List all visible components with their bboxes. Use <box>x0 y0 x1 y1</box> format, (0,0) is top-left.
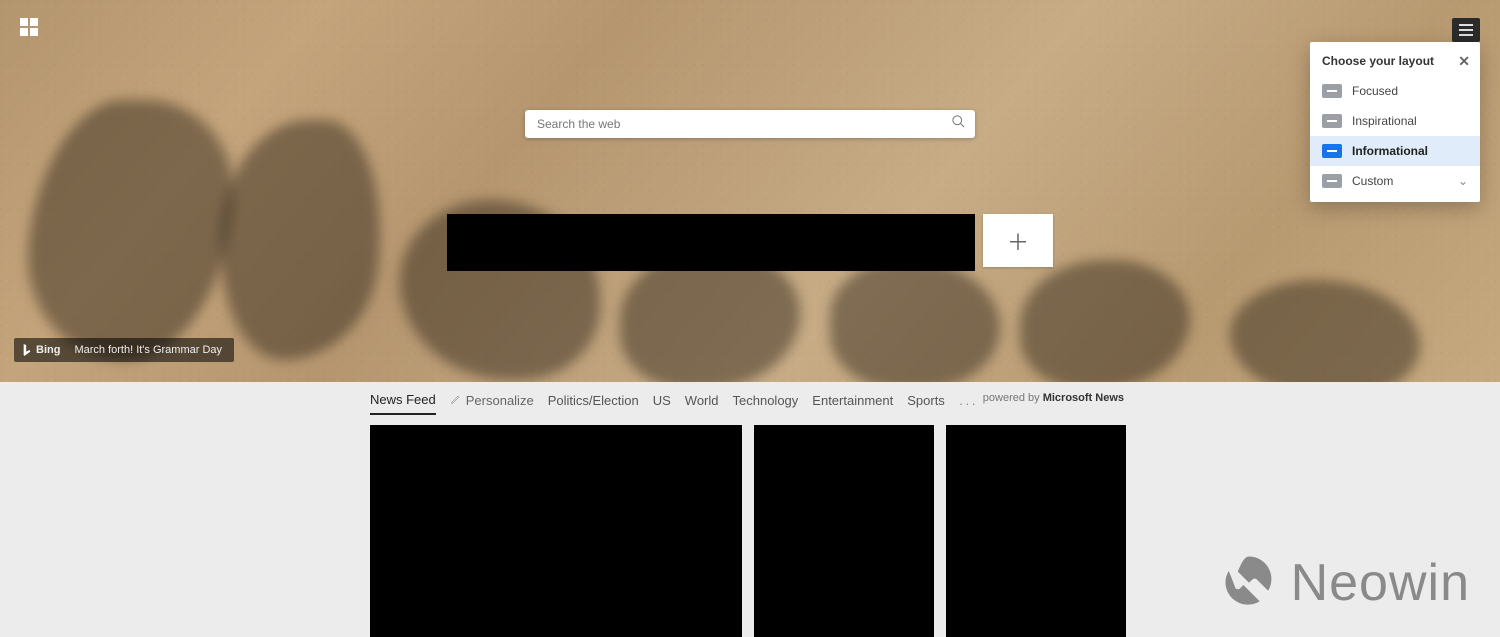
feed-card-redacted[interactable] <box>946 425 1126 637</box>
bing-image-caption[interactable]: Bing March forth! It's Grammar Day <box>14 338 234 362</box>
layout-option-custom[interactable]: Custom ⌄ <box>1310 166 1480 196</box>
layout-option-inspirational[interactable]: Inspirational <box>1310 106 1480 136</box>
feed-source-attribution: powered by Microsoft News <box>983 392 1124 404</box>
add-quick-link-button[interactable]: ＋ <box>983 214 1053 267</box>
plus-icon: ＋ <box>1007 225 1029 257</box>
layout-option-label: Informational <box>1352 144 1428 158</box>
tab-world[interactable]: World <box>685 393 719 414</box>
page-settings-button[interactable] <box>1452 18 1480 42</box>
decorative-shadow <box>16 100 243 360</box>
hero-background: ＋ Bing March forth! It's Grammar Day Cho… <box>0 0 1500 382</box>
decorative-shadow <box>1020 260 1190 382</box>
layout-option-label: Focused <box>1352 84 1398 98</box>
neowin-watermark-text: Neowin <box>1291 553 1470 613</box>
layout-flyout-title: Choose your layout <box>1322 54 1434 68</box>
feed-card-redacted[interactable] <box>370 425 742 637</box>
tab-news-feed[interactable]: News Feed <box>370 392 436 415</box>
search-bar <box>525 110 975 138</box>
feed-source-prefix: powered by <box>983 392 1043 404</box>
search-icon <box>951 114 966 134</box>
pencil-icon <box>450 393 462 408</box>
decorative-shadow <box>1230 280 1420 382</box>
layout-option-focused[interactable]: Focused <box>1310 76 1480 106</box>
decorative-shadow <box>830 260 1000 382</box>
tab-sports[interactable]: Sports <box>907 393 945 414</box>
bing-logo: Bing <box>22 343 60 357</box>
neowin-watermark: Neowin <box>1221 552 1470 613</box>
tab-personalize[interactable]: Personalize <box>450 393 534 414</box>
layout-flyout: Choose your layout ✕ Focused Inspiration… <box>1310 42 1480 202</box>
neowin-logo-icon <box>1221 552 1277 613</box>
tab-us[interactable]: US <box>653 393 671 414</box>
layout-option-informational[interactable]: Informational <box>1310 136 1480 166</box>
layout-option-label: Inspirational <box>1352 114 1417 128</box>
feed-card-redacted[interactable] <box>754 425 934 637</box>
feed-source-name: Microsoft News <box>1043 392 1124 404</box>
quick-links-redacted <box>447 214 975 271</box>
search-input[interactable] <box>525 117 941 131</box>
bing-caption-text: March forth! It's Grammar Day <box>74 344 222 356</box>
bing-logo-text: Bing <box>36 344 60 356</box>
tab-technology[interactable]: Technology <box>733 393 799 414</box>
layout-option-label: Custom <box>1352 174 1393 188</box>
app-launcher-button[interactable] <box>20 18 38 36</box>
close-icon[interactable]: ✕ <box>1458 54 1470 68</box>
tab-entertainment[interactable]: Entertainment <box>812 393 893 414</box>
search-button[interactable] <box>941 110 975 138</box>
layout-option-icon <box>1322 84 1342 98</box>
tab-more[interactable]: ··· <box>959 396 978 411</box>
layout-option-icon <box>1322 144 1342 158</box>
layout-option-icon <box>1322 174 1342 188</box>
tab-politics[interactable]: Politics/Election <box>548 393 639 414</box>
layout-option-icon <box>1322 114 1342 128</box>
quick-links-row: ＋ <box>447 214 1053 271</box>
decorative-shadow <box>212 120 389 360</box>
chevron-down-icon: ⌄ <box>1458 174 1468 188</box>
tab-personalize-label: Personalize <box>466 393 534 408</box>
